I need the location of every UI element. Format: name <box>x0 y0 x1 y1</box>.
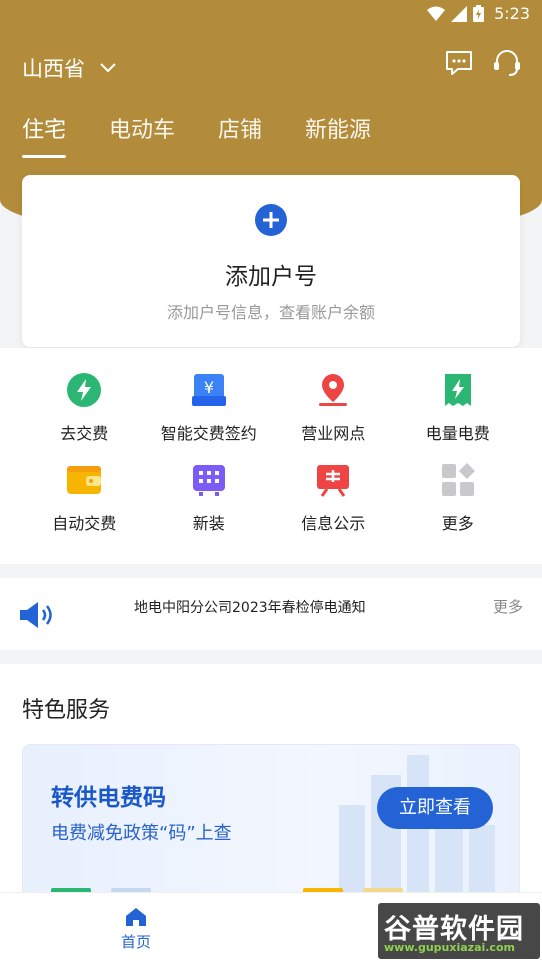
svg-text:¥: ¥ <box>204 378 214 397</box>
transfer-power-code-banner[interactable]: 转供电费码 电费减免政策“码”上查 立即查看 <box>22 744 520 904</box>
add-account-card[interactable]: 添加户号 添加户号信息，查看账户余额 <box>22 175 520 347</box>
service-label: 智能交费签约 <box>160 424 257 443</box>
nav-home[interactable]: 首页 <box>110 907 162 952</box>
customer-service-icon[interactable] <box>492 48 522 78</box>
service-pay[interactable]: 去交费 <box>22 372 147 444</box>
service-label: 去交费 <box>60 424 109 443</box>
wallet-icon <box>67 466 102 494</box>
notice-text[interactable]: 地电中阳分公司2023年春检停电通知 <box>134 597 366 617</box>
notice-more-link[interactable]: 更多 <box>493 596 523 617</box>
battery-icon <box>473 5 485 22</box>
service-label: 电量电费 <box>425 424 490 443</box>
service-auto-pay[interactable]: 自动交费 <box>22 462 147 534</box>
service-outlets[interactable]: 营业网点 <box>271 372 396 444</box>
message-icon[interactable] <box>444 48 474 78</box>
building-illustration-icon <box>339 755 495 903</box>
watermark-url: www.gupuxiazai.com <box>384 941 515 954</box>
add-circle-icon <box>255 204 287 236</box>
category-tabs: 住宅 电动车 店铺 新能源 <box>22 112 414 158</box>
yen-card-icon: ¥ <box>191 374 226 406</box>
notice-bar: 地电中阳分公司2023年春检停电通知 更多 <box>0 578 542 650</box>
chevron-down-icon <box>100 63 116 73</box>
wifi-icon <box>427 6 446 21</box>
tab-shop[interactable]: 店铺 <box>218 112 262 154</box>
services-grid: 去交费 ¥ 智能交费签约 营业网点 电量电费 自动交费 新装 信息公示 更多 <box>22 372 520 534</box>
service-smart-pay-contract[interactable]: ¥ 智能交费签约 <box>147 372 272 444</box>
service-new-install[interactable]: 新装 <box>147 462 272 534</box>
section-title: 特色服务 <box>22 698 111 723</box>
signal-icon <box>451 5 468 22</box>
service-label: 营业网点 <box>301 424 366 443</box>
status-time: 5:23 <box>494 4 530 23</box>
status-bar: 5:23 <box>0 0 542 28</box>
service-label: 自动交费 <box>52 514 117 533</box>
service-label: 新装 <box>192 514 225 533</box>
view-now-button[interactable]: 立即查看 <box>377 787 493 829</box>
notice-board-icon <box>317 465 350 497</box>
banner-title: 转供电费码 <box>51 785 166 811</box>
meter-icon <box>192 465 225 496</box>
location-pin-icon <box>319 374 348 406</box>
tab-residential[interactable]: 住宅 <box>22 112 67 158</box>
banner-subtitle: 电费减免政策“码”上查 <box>51 823 232 844</box>
service-info-disclosure[interactable]: 信息公示 <box>271 462 396 534</box>
watermark: 谷普软件园 www.gupuxiazai.com <box>378 903 540 959</box>
service-label: 信息公示 <box>301 514 366 533</box>
service-more[interactable]: 更多 <box>396 462 521 534</box>
tab-new-energy[interactable]: 新能源 <box>305 112 371 154</box>
service-label: 更多 <box>441 514 474 533</box>
region-label: 山西省 <box>22 57 85 81</box>
tab-electric-vehicle[interactable]: 电动车 <box>109 112 175 154</box>
speaker-icon <box>20 602 52 628</box>
nav-home-label: 首页 <box>120 933 151 951</box>
home-icon <box>126 908 146 926</box>
more-grid-icon <box>441 463 475 496</box>
special-services-section: 特色服务 转供电费码 电费减免政策“码”上查 立即查看 <box>0 664 542 904</box>
region-selector[interactable]: 山西省 <box>22 53 117 83</box>
bill-lightning-icon <box>444 374 471 406</box>
add-account-subtitle: 添加户号信息，查看账户余额 <box>166 303 375 322</box>
services-panel: 去交费 ¥ 智能交费签约 营业网点 电量电费 自动交费 新装 信息公示 更多 <box>0 348 542 564</box>
add-account-title: 添加户号 <box>225 264 317 290</box>
lightning-circle-icon <box>67 373 102 407</box>
service-usage-fees[interactable]: 电量电费 <box>396 372 521 444</box>
